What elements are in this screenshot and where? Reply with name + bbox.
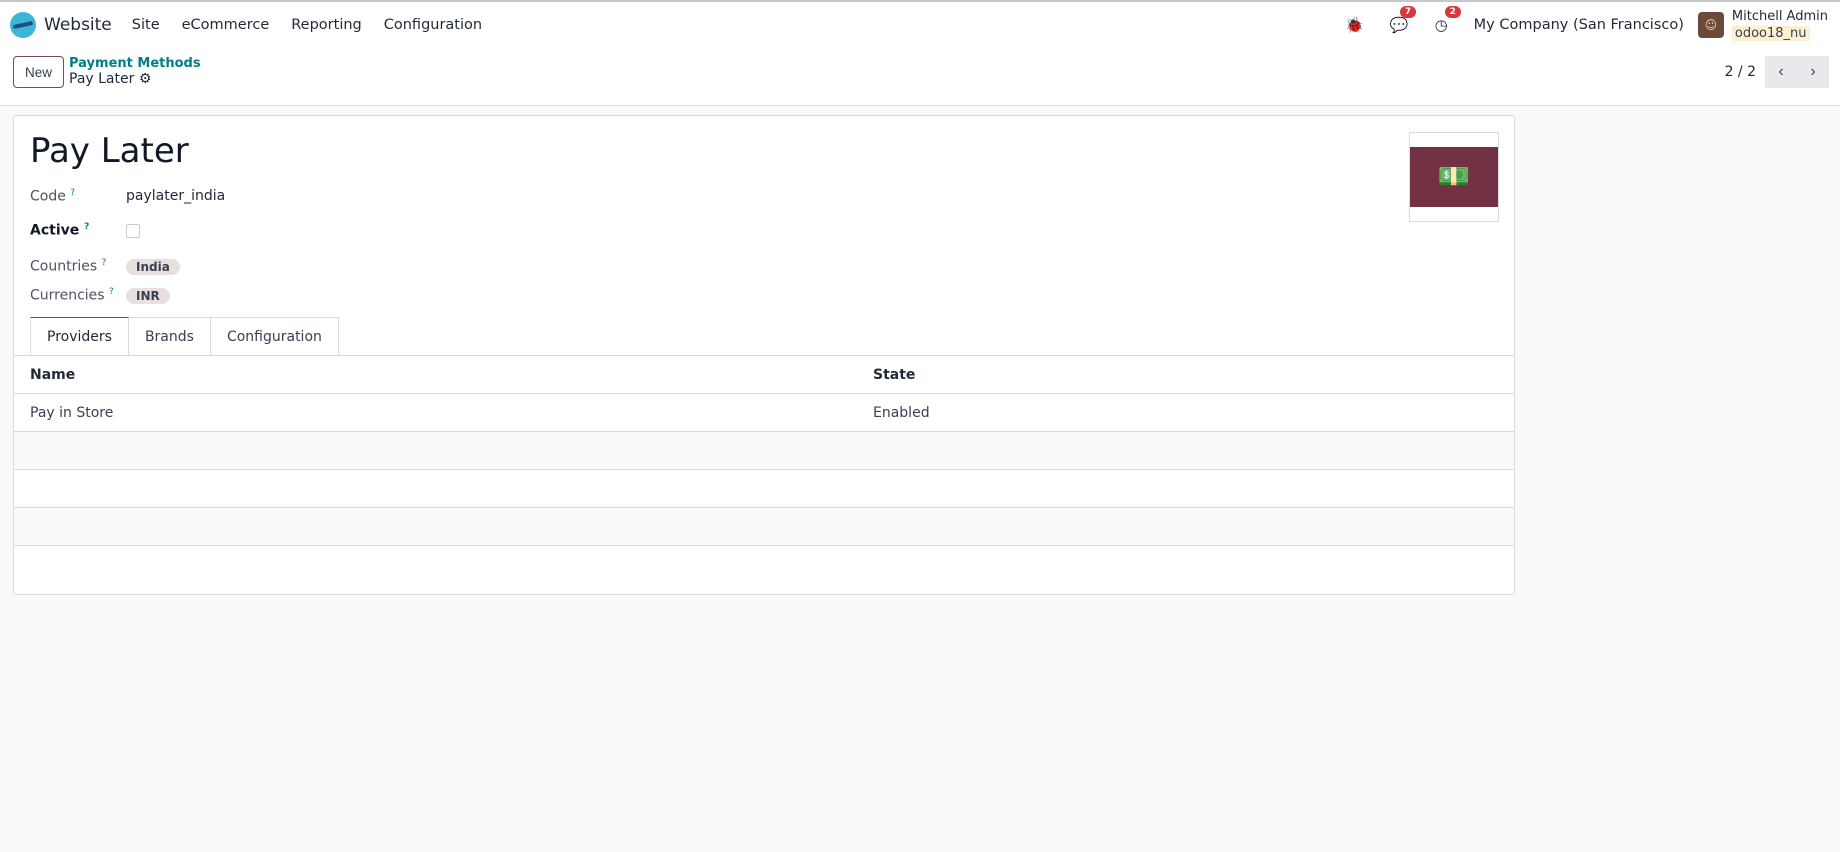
record-title[interactable]: Pay Later <box>30 131 189 171</box>
top-navbar: Website Site eCommerce Reporting Configu… <box>0 0 1840 48</box>
empty-row <box>14 432 1514 470</box>
activities-clock-icon[interactable]: ◷ 2 <box>1435 6 1461 34</box>
notebook-tabs: Providers Brands Configuration <box>30 317 339 355</box>
breadcrumb-current: Pay Later ⚙ <box>69 71 151 87</box>
user-menu[interactable]: Mitchell Admin odoo18_nu <box>1731 8 1828 42</box>
code-label: Code ? <box>30 188 75 205</box>
empty-row <box>14 508 1514 546</box>
messages-icon[interactable]: 💬 7 <box>1390 6 1417 34</box>
website-app-logo-icon[interactable] <box>10 12 36 38</box>
new-button[interactable]: New <box>13 56 64 88</box>
control-panel: New Payment Methods Pay Later ⚙ 2 / 2 ‹ … <box>0 48 1840 106</box>
help-icon[interactable]: ? <box>84 222 89 232</box>
database-name: odoo18_nu <box>1731 25 1810 41</box>
tab-providers[interactable]: Providers <box>30 317 129 355</box>
app-name[interactable]: Website <box>44 15 112 35</box>
user-avatar[interactable]: ☺ <box>1697 12 1724 38</box>
country-tag[interactable]: India <box>126 259 180 275</box>
company-switcher[interactable]: My Company (San Francisco) <box>1474 17 1684 33</box>
tab-brands[interactable]: Brands <box>128 317 211 355</box>
help-icon[interactable]: ? <box>109 287 114 297</box>
providers-table: Name State Pay in Store Enabled <box>14 355 1514 546</box>
user-name: Mitchell Admin <box>1731 8 1828 24</box>
column-name[interactable]: Name <box>30 367 75 383</box>
empty-row <box>14 470 1514 508</box>
table-header: Name State <box>14 356 1514 394</box>
breadcrumb-current-label: Pay Later <box>69 71 135 87</box>
help-icon[interactable]: ? <box>102 258 107 268</box>
pager-previous-button[interactable]: ‹ <box>1765 56 1797 88</box>
messages-badge: 7 <box>1399 6 1417 18</box>
pager-next-button[interactable]: › <box>1797 56 1829 88</box>
menu-site[interactable]: Site <box>132 17 160 33</box>
active-label: Active ? <box>30 222 89 239</box>
debug-bug-icon[interactable]: 🐞 <box>1345 16 1364 34</box>
payment-method-image[interactable]: 💵 <box>1409 132 1499 222</box>
countries-label: Countries ? <box>30 258 106 275</box>
code-field[interactable]: paylater_india <box>126 188 225 204</box>
menu-configuration[interactable]: Configuration <box>384 17 482 33</box>
code-label-text: Code <box>30 188 66 205</box>
column-state[interactable]: State <box>873 367 915 383</box>
menu-ecommerce[interactable]: eCommerce <box>182 17 270 33</box>
countries-label-text: Countries <box>30 258 98 275</box>
gear-icon[interactable]: ⚙ <box>139 71 152 87</box>
provider-name: Pay in Store <box>30 404 114 421</box>
money-clock-icon: 💵 <box>1410 147 1498 207</box>
currencies-label-text: Currencies <box>30 287 105 304</box>
active-label-text: Active <box>30 222 80 239</box>
pager-value[interactable]: 2 / 2 <box>1725 64 1756 80</box>
provider-state: Enabled <box>873 404 930 421</box>
breadcrumb-payment-methods[interactable]: Payment Methods <box>69 56 201 71</box>
activities-badge: 2 <box>1444 6 1461 18</box>
currencies-label: Currencies ? <box>30 287 114 304</box>
form-sheet: Pay Later Code ? paylater_india Active ?… <box>13 115 1515 595</box>
table-row[interactable]: Pay in Store Enabled <box>14 394 1514 432</box>
currency-tag[interactable]: INR <box>126 288 170 304</box>
menu-reporting[interactable]: Reporting <box>291 17 362 33</box>
help-icon[interactable]: ? <box>70 188 75 198</box>
active-checkbox[interactable] <box>126 224 140 238</box>
tab-configuration[interactable]: Configuration <box>210 317 339 355</box>
